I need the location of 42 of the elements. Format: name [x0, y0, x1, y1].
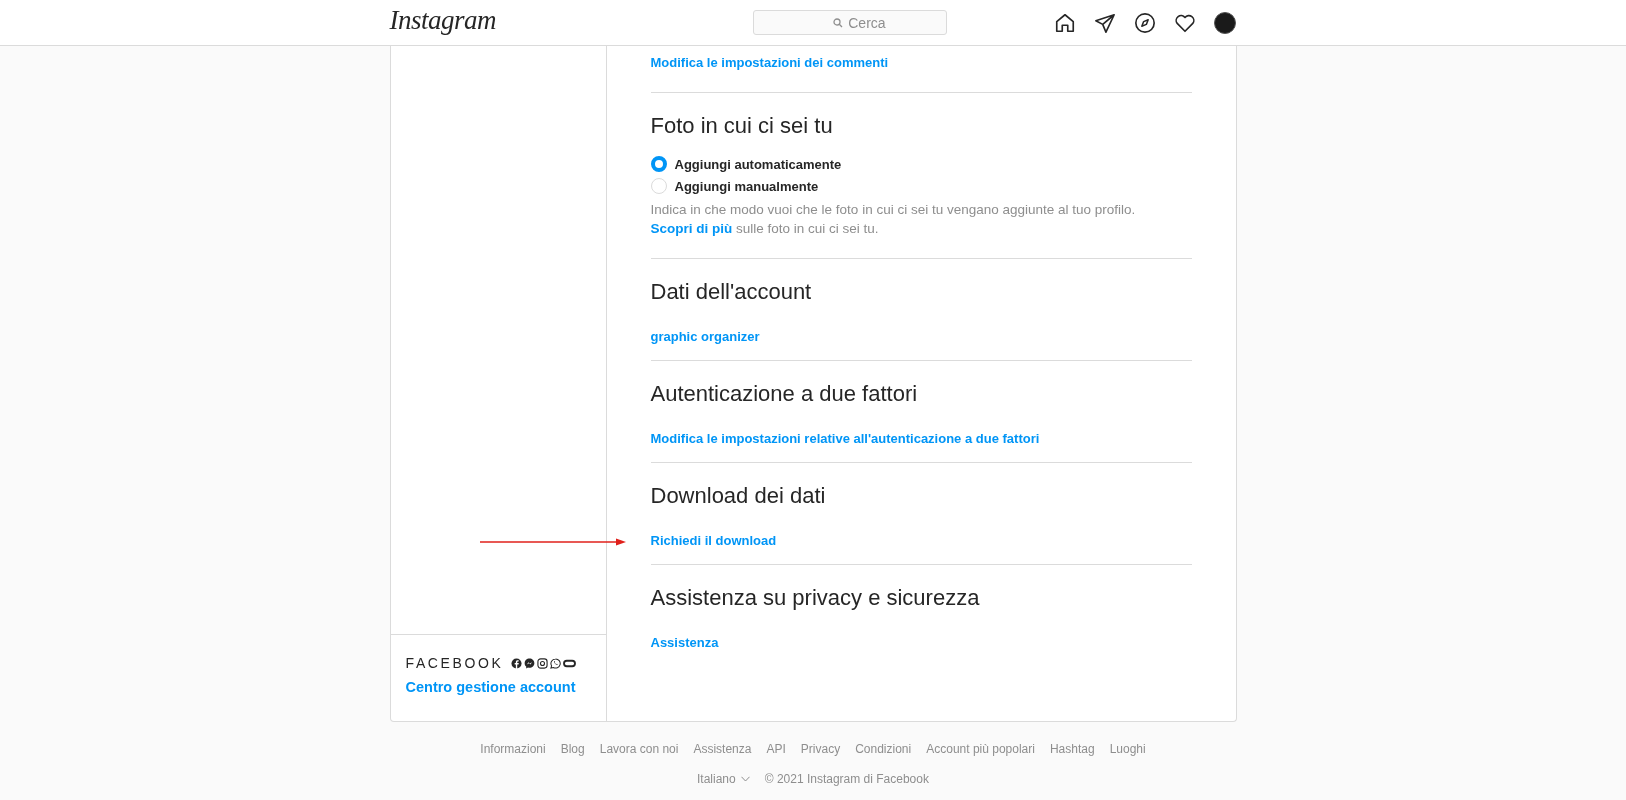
copyright-text: © 2021 Instagram di Facebook	[764, 772, 929, 786]
settings-link[interactable]: graphic organizer	[650, 328, 760, 346]
footer-link[interactable]: Informazioni	[480, 742, 546, 756]
footer-link[interactable]: Condizioni	[855, 742, 912, 756]
footer-link[interactable]: Hashtag	[1049, 742, 1095, 756]
settings-link[interactable]: Assistenza	[650, 634, 719, 652]
chevron-down-icon	[740, 776, 750, 782]
avatar[interactable]	[1214, 11, 1237, 34]
footer-link[interactable]: Lavora con noi	[599, 742, 679, 756]
footer-link[interactable]: Luoghi	[1109, 742, 1146, 756]
compass-icon[interactable]	[1134, 11, 1157, 34]
footer-link[interactable]: Account più popolari	[926, 742, 1035, 756]
camera-icon	[537, 657, 549, 669]
paper-plane-icon[interactable]	[1094, 11, 1117, 34]
description-text: Indica in che modo vuoi che le foto in cui ci sei tu vengano aggiunte al tuo profilo. Scopri di più sulle foto in cui ci sei tu.	[650, 201, 1137, 238]
goggles-icon	[563, 657, 577, 669]
instagram-logo[interactable]: Instagram	[389, 5, 496, 36]
brand-wordmark: FACEBOOK	[405, 655, 504, 671]
chat-bubble-icon	[524, 657, 536, 669]
f-logo-icon	[511, 657, 523, 669]
radio-button[interactable]	[650, 156, 667, 172]
learn-more-link[interactable]: Scopri di più	[650, 221, 733, 236]
section-heading: Assistenza su privacy e sicurezza	[650, 585, 981, 611]
footer-link[interactable]: Privacy	[800, 742, 841, 756]
section-heading: Dati dell'account	[650, 279, 813, 305]
settings-link[interactable]: Modifica le impostazioni dei commenti	[650, 54, 889, 72]
option-label: Aggiungi automaticamente	[674, 156, 842, 172]
search-field[interactable]: Cerca	[753, 10, 948, 35]
settings-link[interactable]: Richiedi il download	[650, 532, 777, 550]
language-selector[interactable]: Italiano	[697, 772, 750, 786]
section-heading: Download dei dati	[650, 483, 827, 509]
phone-bubble-icon	[550, 657, 562, 669]
home-icon[interactable]	[1054, 11, 1077, 34]
section-heading: Foto in cui ci sei tu	[650, 113, 834, 139]
accounts-center-link[interactable]: Centro gestione account	[405, 679, 576, 695]
settings-link[interactable]: Modifica le impostazioni relative all'autenticazione a due fattori	[650, 430, 1040, 448]
option-label: Aggiungi manualmente	[674, 178, 819, 194]
footer-link[interactable]: Assistenza	[693, 742, 752, 756]
search-icon	[833, 18, 844, 28]
section-heading: Autenticazione a due fattori	[650, 381, 919, 407]
footer-link[interactable]: API	[766, 742, 786, 756]
footer-link[interactable]: Blog	[560, 742, 585, 756]
